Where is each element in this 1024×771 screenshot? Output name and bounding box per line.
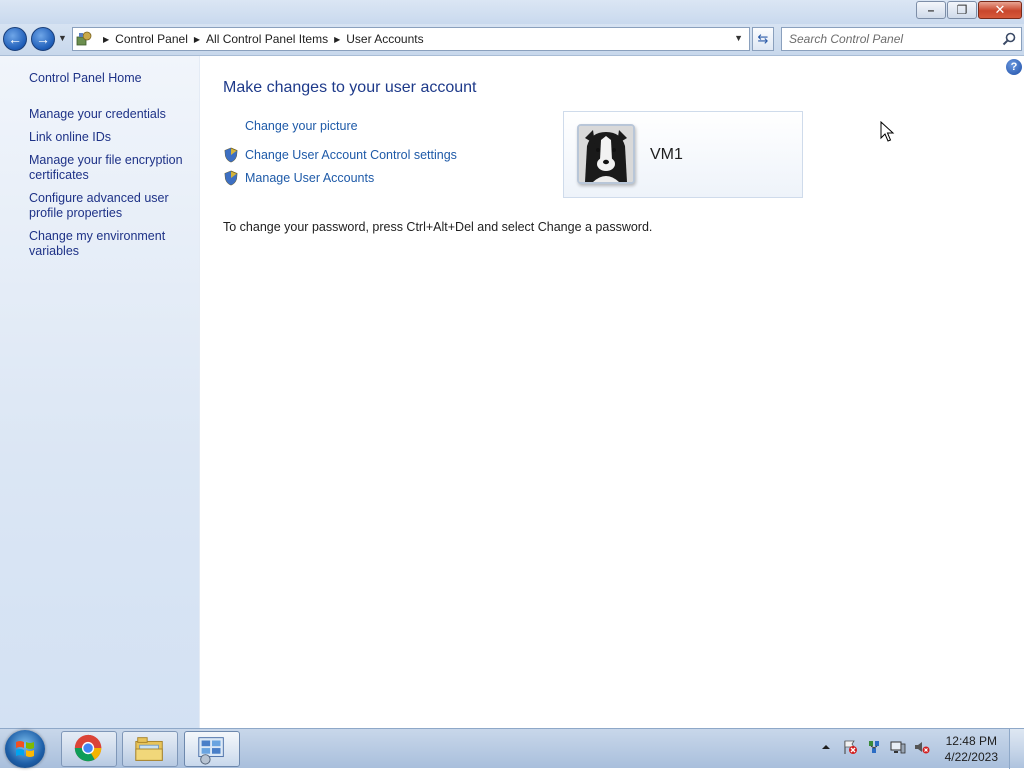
sidebar-item-advanced-profile-properties[interactable]: Configure advanced user profile properti… — [29, 191, 194, 221]
show-hidden-icons-icon[interactable] — [818, 739, 834, 755]
sidebar-item-environment-variables[interactable]: Change my environment variables — [29, 229, 194, 259]
back-arrow-icon: ← — [8, 31, 22, 47]
forward-arrow-icon: → — [36, 31, 50, 47]
chevron-down-icon: ▼ — [58, 33, 67, 43]
monitor-icon[interactable] — [890, 739, 906, 755]
address-history-dropdown[interactable]: ▼ — [734, 33, 743, 43]
user-account-tile: VM1 — [563, 111, 803, 198]
restore-icon: ❐ — [956, 3, 968, 17]
refresh-button[interactable]: ⇆ — [752, 27, 774, 51]
taskbar: 12:48 PM 4/22/2023 — [0, 728, 1024, 769]
window-controls: – ❐ ✕ — [916, 1, 1022, 19]
dog-picture-icon — [579, 126, 633, 182]
volume-muted-icon[interactable] — [914, 739, 930, 755]
search-icon[interactable] — [1001, 31, 1017, 47]
clock-date: 4/22/2023 — [944, 750, 998, 764]
refresh-icon: ⇆ — [757, 31, 769, 46]
sidebar-task-list: Manage your credentials Link online IDs … — [29, 107, 194, 267]
change-uac-settings-link[interactable]: Change User Account Control settings — [245, 148, 457, 162]
forward-button[interactable]: → — [31, 27, 55, 51]
breadcrumb-all-control-panel-items[interactable]: All Control Panel Items — [206, 32, 328, 46]
system-tray — [818, 739, 930, 755]
chevron-down-icon: ▼ — [734, 33, 743, 43]
avatar[interactable] — [577, 124, 635, 184]
network-icon[interactable] — [866, 739, 882, 755]
action-center-icon[interactable] — [842, 739, 858, 755]
address-field[interactable]: ▶ Control Panel ▶ All Control Panel Item… — [72, 27, 750, 51]
uac-shield-icon — [224, 170, 238, 186]
chevron-right-icon[interactable]: ▶ — [194, 35, 200, 44]
task-pane: Control Panel Home Manage your credentia… — [0, 56, 200, 728]
show-desktop-button[interactable] — [1009, 729, 1024, 769]
taskbar-chrome[interactable] — [61, 731, 117, 767]
change-picture-link[interactable]: Change your picture — [245, 119, 358, 133]
search-input[interactable] — [789, 29, 994, 49]
minimize-button[interactable]: – — [916, 1, 946, 19]
password-instructions: To change your password, press Ctrl+Alt+… — [223, 220, 653, 234]
close-icon: ✕ — [994, 2, 1006, 17]
start-button[interactable] — [5, 730, 45, 768]
taskbar-control-panel[interactable] — [184, 731, 240, 767]
main-content: ? Make changes to your user account Chan… — [200, 56, 1024, 728]
close-button[interactable]: ✕ — [978, 1, 1022, 19]
recent-pages-dropdown[interactable]: ▼ — [58, 33, 67, 43]
control-panel-home-link[interactable]: Control Panel Home — [29, 71, 142, 85]
breadcrumb: ▶ Control Panel ▶ All Control Panel Item… — [97, 32, 424, 46]
minimize-icon: – — [927, 3, 935, 17]
control-panel-icon — [198, 737, 224, 765]
sidebar-item-link-online-ids[interactable]: Link online IDs — [29, 130, 194, 145]
mouse-cursor-icon — [880, 121, 895, 142]
uac-shield-icon — [224, 147, 238, 163]
page-title: Make changes to your user account — [223, 79, 477, 96]
taskbar-file-explorer[interactable] — [122, 731, 178, 767]
control-panel-icon — [76, 31, 92, 46]
windows-logo-icon — [16, 741, 34, 757]
chevron-right-icon[interactable]: ▶ — [334, 35, 340, 44]
sidebar-item-file-encryption-certificates[interactable]: Manage your file encryption certificates — [29, 153, 194, 183]
title-bar: – ❐ ✕ — [0, 0, 1024, 24]
breadcrumb-user-accounts[interactable]: User Accounts — [346, 32, 423, 46]
clock-time: 12:48 PM — [945, 734, 997, 748]
help-button[interactable]: ? — [1006, 59, 1022, 75]
breadcrumb-control-panel[interactable]: Control Panel — [115, 32, 188, 46]
manage-user-accounts-link[interactable]: Manage User Accounts — [245, 171, 374, 185]
chevron-right-icon[interactable]: ▶ — [103, 35, 109, 44]
address-bar: ← → ▼ ▶ Control Panel ▶ All Control Pane… — [0, 24, 1024, 56]
search-box[interactable] — [781, 27, 1022, 51]
help-icon: ? — [1010, 61, 1018, 73]
system-clock[interactable]: 12:48 PM 4/22/2023 — [945, 733, 998, 765]
back-button[interactable]: ← — [3, 27, 27, 51]
restore-button[interactable]: ❐ — [947, 1, 977, 19]
chrome-icon — [74, 734, 102, 762]
file-explorer-icon — [135, 737, 163, 761]
sidebar-item-manage-credentials[interactable]: Manage your credentials — [29, 107, 194, 122]
user-name: VM1 — [650, 146, 683, 163]
